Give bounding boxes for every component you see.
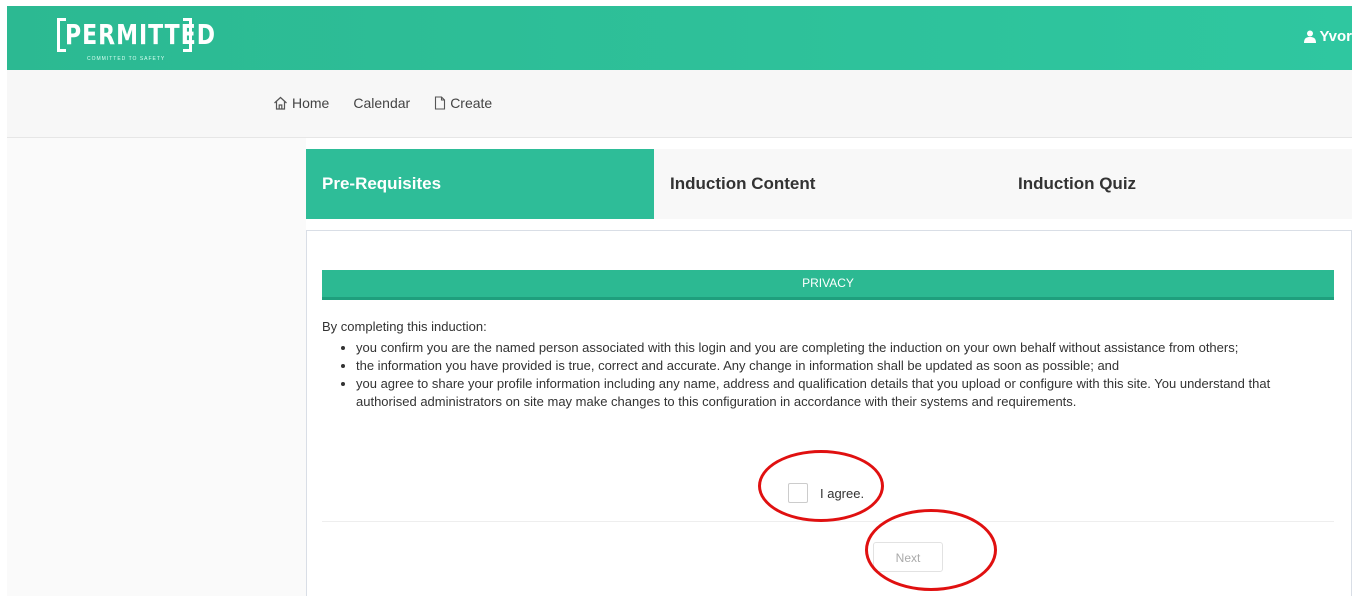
annotation-circle-agree	[758, 450, 884, 522]
privacy-intro: By completing this induction:	[322, 319, 487, 334]
privacy-heading: PRIVACY	[322, 270, 1334, 300]
privacy-bullet: you agree to share your profile informat…	[356, 375, 1334, 411]
privacy-panel: PRIVACY By completing this induction: yo…	[306, 230, 1352, 596]
privacy-bullet: the information you have provided is tru…	[356, 357, 1334, 375]
top-header: PERMITTED COMMITTED TO SAFETY Yvor	[7, 6, 1352, 70]
user-icon	[1304, 30, 1317, 43]
main-nav: Home Calendar Create	[7, 70, 1352, 138]
logo-right-bracket	[183, 18, 192, 52]
user-name: Yvor	[1319, 28, 1352, 45]
induction-tabs: Pre-Requisites Induction Content Inducti…	[306, 149, 1352, 219]
user-menu[interactable]: Yvor	[1304, 28, 1352, 45]
nav-calendar[interactable]: Calendar	[353, 95, 410, 111]
nav-create-label: Create	[450, 95, 493, 111]
tab-induction-content[interactable]: Induction Content	[670, 149, 815, 219]
document-icon	[435, 96, 446, 110]
permitted-logo[interactable]: PERMITTED COMMITTED TO SAFETY	[57, 14, 215, 64]
privacy-bullet: you confirm you are the named person ass…	[356, 339, 1334, 357]
left-sidebar-area	[7, 138, 306, 596]
logo-tagline: COMMITTED TO SAFETY	[87, 56, 166, 62]
privacy-bullets: you confirm you are the named person ass…	[322, 339, 1334, 411]
nav-calendar-label: Calendar	[353, 95, 411, 111]
tab-pre-requisites[interactable]: Pre-Requisites	[306, 149, 654, 219]
nav-create[interactable]: Create	[434, 95, 492, 111]
nav-home-label: Home	[292, 95, 330, 111]
annotation-circle-next	[865, 509, 997, 591]
nav-home[interactable]: Home	[273, 95, 329, 111]
home-icon	[274, 96, 287, 110]
logo-text: PERMITTED	[65, 20, 216, 52]
tab-induction-quiz[interactable]: Induction Quiz	[1018, 149, 1136, 219]
